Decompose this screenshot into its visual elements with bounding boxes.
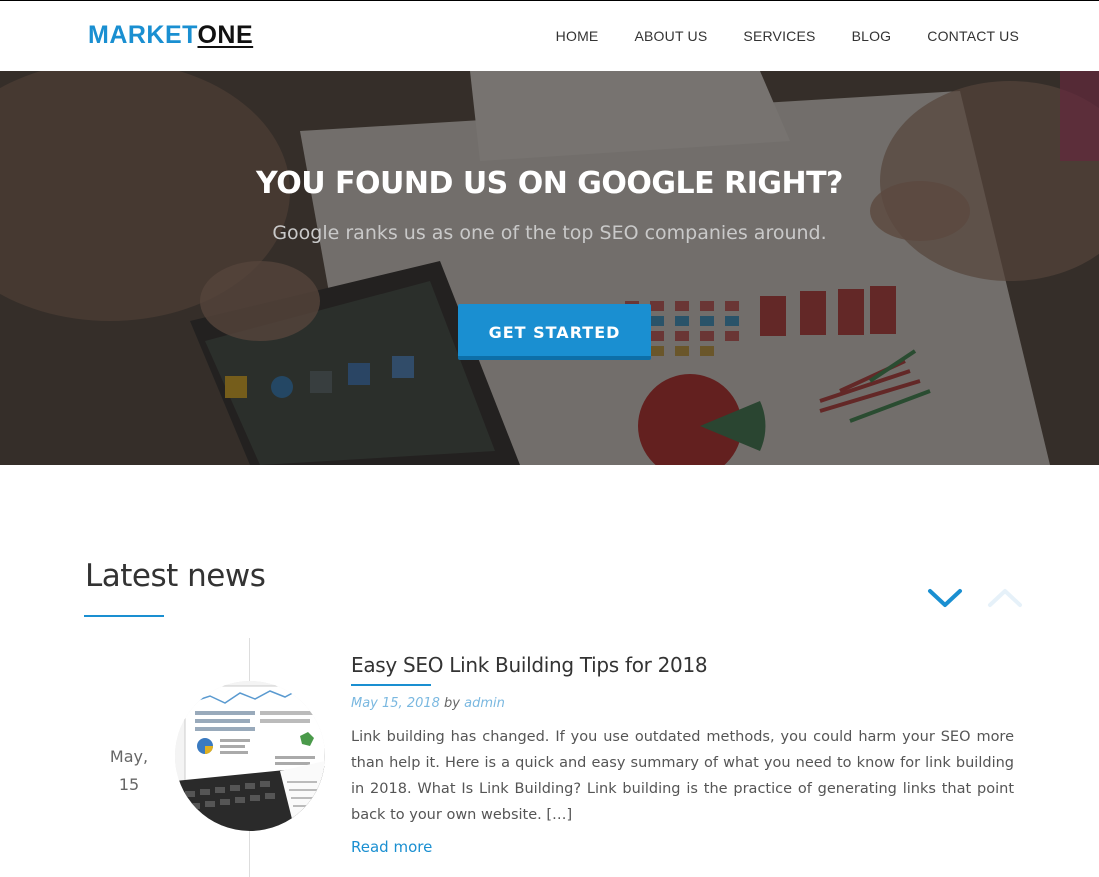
post-date-link[interactable]: May 15, 2018: [351, 696, 440, 711]
post-excerpt: Link building has changed. If you use ou…: [351, 729, 1014, 823]
post-meta: May 15, 2018 by admin: [351, 696, 505, 711]
post-title-link[interactable]: Easy SEO Link Building Tips for 2018: [351, 653, 708, 677]
post-date-day: 15: [118, 775, 140, 794]
nav-blog[interactable]: BLOG: [852, 28, 892, 44]
nav-services[interactable]: SERVICES: [743, 28, 815, 44]
main-nav: HOME ABOUT US SERVICES BLOG CONTACT US: [520, 28, 1019, 44]
hero-subtitle: Google ranks us as one of the top SEO co…: [272, 222, 827, 244]
latest-news-heading: Latest news: [85, 558, 266, 594]
site-logo[interactable]: MARKETONE: [88, 21, 253, 50]
logo-part-one: ONE: [197, 21, 254, 49]
hero-banner: YOU FOUND US ON GOOGLE RIGHT? Google ran…: [0, 71, 1099, 465]
chevron-up-icon[interactable]: [987, 585, 1023, 611]
nav-about-us[interactable]: ABOUT US: [634, 28, 707, 44]
heading-underline: [84, 615, 164, 617]
laptop-analytics-image: [175, 681, 325, 831]
post-by-label: by: [444, 696, 460, 711]
read-more-link[interactable]: Read more: [351, 838, 432, 856]
nav-home[interactable]: HOME: [556, 28, 599, 44]
logo-part-market: MARKET: [88, 21, 198, 49]
chevron-down-icon[interactable]: [927, 585, 963, 611]
post-author-link[interactable]: admin: [464, 696, 505, 711]
hero-dark-overlay: [0, 71, 1099, 465]
site-header: MARKETONE HOME ABOUT US SERVICES BLOG CO…: [0, 1, 1099, 71]
get-started-button[interactable]: GET STARTED: [458, 304, 651, 360]
hero-title: YOU FOUND US ON GOOGLE RIGHT?: [256, 166, 843, 201]
post-date-month: May,: [109, 747, 149, 766]
post-title-underline: [351, 684, 431, 686]
post-thumbnail[interactable]: [175, 681, 325, 831]
nav-contact-us[interactable]: CONTACT US: [927, 28, 1019, 44]
